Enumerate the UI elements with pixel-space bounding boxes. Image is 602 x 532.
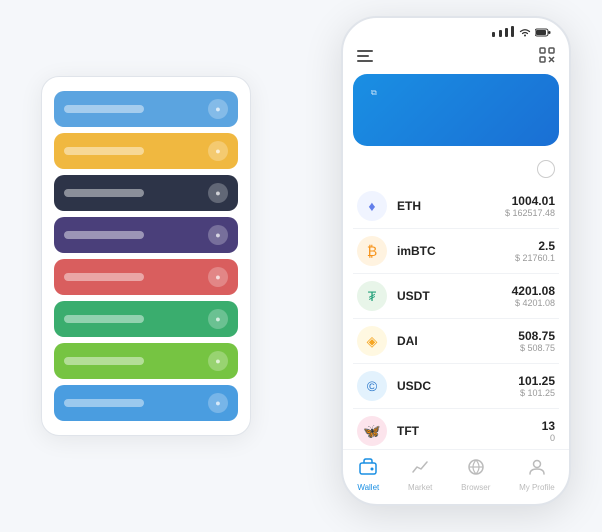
card-item[interactable]: ● [54, 91, 238, 127]
nav-item-market[interactable]: Market [408, 458, 432, 492]
asset-icon: ₮ [357, 281, 387, 311]
nav-browser-icon [467, 458, 485, 481]
wifi-icon [519, 28, 531, 37]
nav-profile-icon [528, 458, 546, 481]
asset-amount: 101.25 [518, 374, 555, 388]
asset-symbol: USDT [397, 289, 502, 303]
menu-icon[interactable] [357, 49, 373, 65]
status-bar [343, 18, 569, 43]
nav-item-browser[interactable]: Browser [461, 458, 490, 492]
asset-item[interactable]: ₿ imBTC 2.5$ 21760.1 [353, 229, 559, 274]
card-item-icon: ● [208, 267, 228, 287]
nav-market-icon [411, 458, 429, 481]
asset-symbol: TFT [397, 424, 532, 438]
asset-usd: $ 4201.08 [512, 298, 555, 308]
asset-symbol: DAI [397, 334, 508, 348]
card-item-icon: ● [208, 183, 228, 203]
asset-item[interactable]: 🦋 TFT 130 [353, 409, 559, 449]
asset-list: ♦ ETH 1004.01$ 162517.48 ₿ imBTC 2.5$ 21760.1… [343, 184, 569, 449]
eth-card-amount [367, 108, 545, 134]
card-item-icon: ● [208, 393, 228, 413]
nav-market-label: Market [408, 483, 432, 492]
eth-card-address: ⧉ [367, 88, 377, 98]
asset-icon: 🦋 [357, 416, 387, 446]
asset-item[interactable]: ◈ DAI 508.75$ 508.75 [353, 319, 559, 364]
scene: ● ● ● ● ● ● ● ● [21, 16, 581, 516]
signal-icon [492, 26, 515, 39]
nav-profile-label: My Profile [519, 483, 555, 492]
nav-browser-label: Browser [461, 483, 490, 492]
nav-wallet-icon [359, 458, 377, 481]
copy-icon[interactable]: ⧉ [371, 88, 377, 98]
card-stack: ● ● ● ● ● ● ● ● [41, 76, 251, 436]
asset-item[interactable]: ♦ ETH 1004.01$ 162517.48 [353, 184, 559, 229]
card-item[interactable]: ● [54, 133, 238, 169]
card-item-icon: ● [208, 225, 228, 245]
asset-usd: 0 [542, 433, 555, 443]
asset-usd: $ 162517.48 [505, 208, 555, 218]
nav-item-wallet[interactable]: Wallet [357, 458, 379, 492]
card-item[interactable]: ● [54, 175, 238, 211]
card-item-icon: ● [208, 99, 228, 119]
phone: ⧉ ♦ ETH 1004.01$ 162517.48 ₿ imBTC 2.5$ 21760… [341, 16, 571, 506]
asset-amount: 4201.08 [512, 284, 555, 298]
asset-icon: © [357, 371, 387, 401]
asset-item[interactable]: © USDC 101.25$ 101.25 [353, 364, 559, 409]
assets-header [343, 156, 569, 184]
asset-usd: $ 21760.1 [515, 253, 555, 263]
scan-icon[interactable] [539, 47, 555, 66]
card-item[interactable]: ● [54, 217, 238, 253]
battery-icon [535, 28, 551, 37]
card-item-icon: ● [208, 351, 228, 371]
asset-amount: 508.75 [518, 329, 555, 343]
card-item[interactable]: ● [54, 259, 238, 295]
card-item[interactable]: ● [54, 385, 238, 421]
card-item-icon: ● [208, 141, 228, 161]
asset-amount: 13 [542, 419, 555, 433]
asset-symbol: imBTC [397, 244, 505, 258]
asset-amount: 1004.01 [505, 194, 555, 208]
card-item[interactable]: ● [54, 301, 238, 337]
asset-usd: $ 101.25 [518, 388, 555, 398]
asset-usd: $ 508.75 [518, 343, 555, 353]
asset-symbol: ETH [397, 199, 495, 213]
status-icons [492, 26, 551, 39]
asset-item[interactable]: ₮ USDT 4201.08$ 4201.08 [353, 274, 559, 319]
add-asset-button[interactable] [537, 160, 555, 178]
bottom-nav: Wallet Market Browser My Profile [343, 449, 569, 504]
eth-card: ⧉ [353, 74, 559, 146]
asset-amount: 2.5 [515, 239, 555, 253]
nav-wallet-label: Wallet [357, 483, 379, 492]
asset-symbol: USDC [397, 379, 508, 393]
asset-icon: ♦ [357, 191, 387, 221]
phone-header [343, 43, 569, 74]
card-item-icon: ● [208, 309, 228, 329]
nav-item-profile[interactable]: My Profile [519, 458, 555, 492]
asset-icon: ◈ [357, 326, 387, 356]
card-item[interactable]: ● [54, 343, 238, 379]
asset-icon: ₿ [357, 236, 387, 266]
